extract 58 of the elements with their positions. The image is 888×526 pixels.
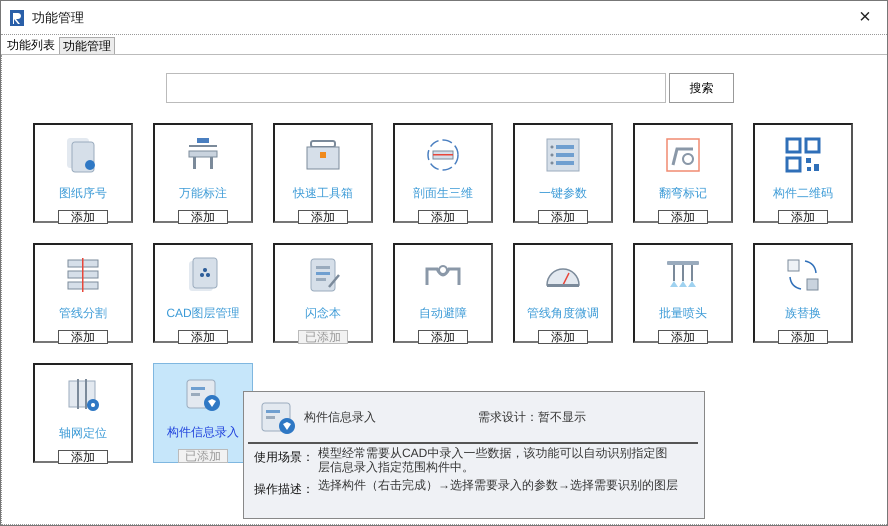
add-button[interactable]: 添加	[298, 210, 348, 224]
feature-name: 构件信息录入	[167, 424, 239, 441]
feature-card[interactable]: 构件二维码 添加	[753, 123, 853, 223]
feature-card[interactable]: 构件信息录入 已添加	[153, 363, 253, 463]
feature-name: CAD图层管理	[166, 305, 240, 322]
tooltip-text: 模型经常需要从CAD中录入一些数据，该功能可以自动识别指定图层信息录入指定范围构件中。	[318, 446, 668, 474]
feature-card[interactable]: 万能标注 添加	[153, 123, 253, 223]
search-field[interactable]	[166, 73, 666, 103]
feature-name: 翻弯标记	[659, 185, 707, 202]
feature-card[interactable]: 快速工具箱 添加	[273, 123, 373, 223]
add-button[interactable]: 添加	[778, 210, 828, 224]
add-button[interactable]: 添加	[658, 330, 708, 344]
feature-name: 轴网定位	[59, 425, 107, 442]
window-title: 功能管理	[32, 8, 85, 26]
feature-card[interactable]: 轴网定位 添加	[33, 363, 133, 463]
feature-card[interactable]: 管线角度微调 添加	[513, 243, 613, 343]
add-button[interactable]: 添加	[58, 210, 108, 224]
feature-name: 快速工具箱	[293, 185, 353, 202]
feature-name: 管线分割	[59, 305, 107, 322]
add-button[interactable]: 添加	[538, 210, 588, 224]
add-button[interactable]: 添加	[58, 330, 108, 344]
add-button[interactable]: 添加	[178, 210, 228, 224]
search-button[interactable]: 搜索	[669, 73, 734, 103]
feature-name: 管线角度微调	[527, 305, 599, 322]
feature-name: 构件二维码	[773, 185, 833, 202]
feature-card[interactable]: CAD图层管理 添加	[153, 243, 253, 343]
add-button[interactable]: 添加	[58, 450, 108, 464]
add-button[interactable]: 添加	[538, 330, 588, 344]
qr-code-icon	[783, 135, 823, 175]
feature-name: 一键参数	[539, 185, 587, 202]
add-button[interactable]: 添加	[778, 330, 828, 344]
feature-card[interactable]: 翻弯标记 添加	[633, 123, 733, 223]
feature-card[interactable]: 管线分割 添加	[33, 243, 133, 343]
feature-card[interactable]: 图纸序号 添加	[33, 123, 133, 223]
tooltip-label: 操作描述：	[254, 481, 315, 496]
tooltip-text: 选择构件（右击完成）→选择需要录入的参数→选择需要识别的图层	[318, 478, 678, 494]
feature-name: 图纸序号	[59, 185, 107, 202]
feature-card[interactable]: 族替换 添加	[753, 243, 853, 343]
add-button[interactable]: 添加	[418, 330, 468, 344]
add-button[interactable]: 添加	[418, 210, 468, 224]
feature-card[interactable]: 一键参数 添加	[513, 123, 613, 223]
tooltip-title: 构件信息录入	[304, 408, 377, 426]
feature-card[interactable]: 自动避障 添加	[393, 243, 493, 343]
feature-name: 万能标注	[179, 185, 227, 202]
feature-name: 批量喷头	[659, 305, 707, 322]
add-button[interactable]: 添加	[658, 210, 708, 224]
tooltip-label: 使用场景：	[254, 449, 315, 466]
close-button[interactable]: ×	[849, 5, 881, 30]
add-button[interactable]: 添加	[178, 330, 228, 344]
tab[interactable]: 功能管理	[59, 37, 115, 54]
feature-card[interactable]: 批量喷头 添加	[633, 243, 733, 343]
feature-name: 闪念本	[305, 305, 341, 322]
tooltip-note: 需求设计：暂不显示	[478, 408, 586, 426]
app-logo-icon	[10, 10, 24, 26]
feature-name: 自动避障	[419, 305, 467, 322]
feature-name: 剖面生三维	[413, 185, 473, 202]
feature-card[interactable]: 剖面生三维 添加	[393, 123, 493, 223]
feature-name: 族替换	[785, 305, 821, 322]
